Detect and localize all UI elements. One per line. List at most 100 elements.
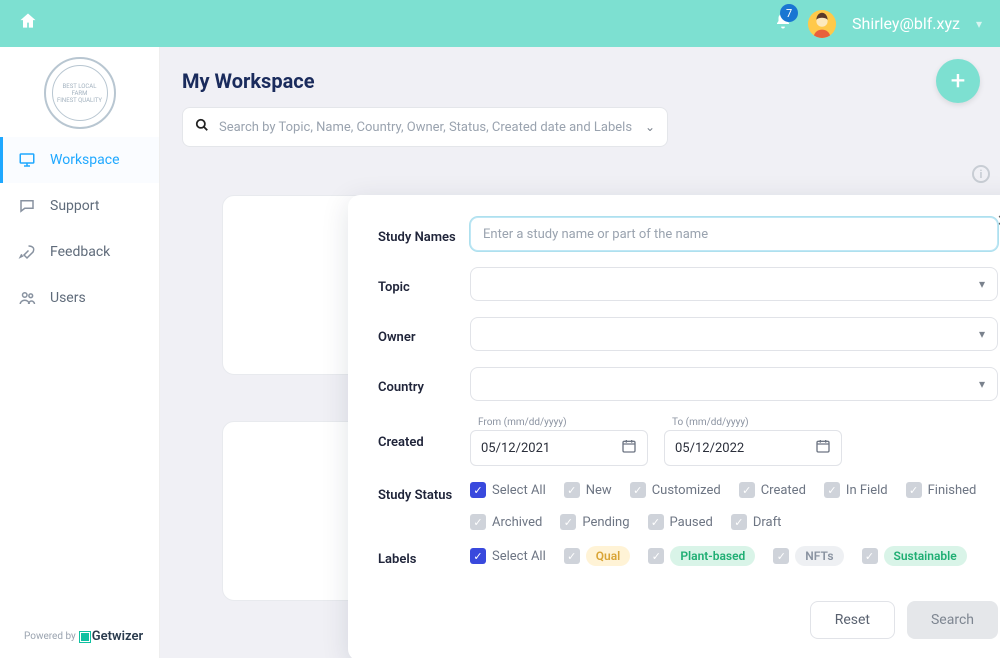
status-checkbox-finished[interactable]: ✓ Finished xyxy=(906,482,977,498)
owner-select[interactable]: ▾ xyxy=(470,317,998,351)
sidebar-item-label: Feedback xyxy=(50,244,110,260)
reset-label: Reset xyxy=(835,612,870,628)
search-icon xyxy=(195,118,209,136)
powered-by: Powered by Getwizer xyxy=(0,615,159,658)
checkbox-label: Draft xyxy=(753,515,782,530)
label-checkbox-qual[interactable]: ✓ Qual xyxy=(564,546,631,566)
notifications-bell-icon[interactable]: 7 xyxy=(774,12,792,35)
checkbox-label: New xyxy=(586,483,612,498)
topic-label: Topic xyxy=(378,274,470,295)
checkbox-icon: ✓ xyxy=(470,482,486,498)
sidebar: BEST LOCAL FARMFINEST QUALITY Workspace … xyxy=(0,47,160,658)
notification-badge: 7 xyxy=(780,4,798,22)
checkbox-icon: ✓ xyxy=(739,482,755,498)
avatar[interactable] xyxy=(808,10,836,38)
getwizer-logo: Getwizer xyxy=(80,629,143,644)
country-label: Country xyxy=(378,374,470,395)
status-checkbox-archived[interactable]: ✓ Archived xyxy=(470,514,542,530)
checkbox-icon: ✓ xyxy=(648,548,664,564)
close-icon[interactable]: ✕ xyxy=(997,211,1000,230)
checkbox-icon: ✓ xyxy=(564,548,580,564)
labels-select-all[interactable]: ✓ Select All xyxy=(470,548,546,564)
sidebar-item-label: Support xyxy=(50,198,99,214)
created-from-input[interactable]: 05/12/2021 xyxy=(470,430,648,466)
sidebar-item-users[interactable]: Users xyxy=(0,275,159,321)
checkbox-label: Archived xyxy=(492,515,542,530)
checkbox-icon: ✓ xyxy=(824,482,840,498)
label-pill: Sustainable xyxy=(884,546,967,566)
checkbox-label: In Field xyxy=(846,483,888,498)
status-checkbox-created[interactable]: ✓ Created xyxy=(739,482,806,498)
sidebar-item-label: Workspace xyxy=(50,152,120,168)
label-pill: NFTs xyxy=(795,546,843,566)
label-pill: Plant-based xyxy=(670,546,755,566)
info-icon[interactable]: i xyxy=(972,165,990,183)
status-checkbox-draft[interactable]: ✓ Draft xyxy=(731,514,782,530)
checkbox-icon: ✓ xyxy=(862,548,878,564)
checkbox-icon: ✓ xyxy=(564,482,580,498)
search-input[interactable] xyxy=(219,120,635,135)
created-to-value: 05/12/2022 xyxy=(675,441,744,456)
brand-logo: BEST LOCAL FARMFINEST QUALITY xyxy=(0,47,159,137)
created-from-hint: From (mm/dd/yyyy) xyxy=(470,417,648,428)
checkbox-icon: ✓ xyxy=(630,482,646,498)
checkbox-icon: ✓ xyxy=(773,548,789,564)
created-from-value: 05/12/2021 xyxy=(481,441,550,456)
status-checkbox-pending[interactable]: ✓ Pending xyxy=(560,514,629,530)
search-label: Search xyxy=(931,612,974,628)
powered-brand: Getwizer xyxy=(92,629,143,644)
topic-select[interactable]: ▾ xyxy=(470,267,998,301)
checkbox-icon: ✓ xyxy=(648,514,664,530)
page-title: My Workspace xyxy=(182,69,984,93)
username[interactable]: Shirley@blf.xyz xyxy=(852,14,960,33)
sidebar-item-workspace[interactable]: Workspace xyxy=(0,137,159,183)
status-checkbox-in-field[interactable]: ✓ In Field xyxy=(824,482,888,498)
checkbox-icon: ✓ xyxy=(906,482,922,498)
search-button[interactable]: Search xyxy=(907,601,998,639)
checkbox-label: Created xyxy=(761,483,806,498)
checkbox-label: Select All xyxy=(492,549,546,564)
checkbox-label: Customized xyxy=(652,483,721,498)
powered-label: Powered by xyxy=(24,631,76,642)
sidebar-item-feedback[interactable]: Feedback xyxy=(0,229,159,275)
status-label: Study Status xyxy=(378,482,470,503)
label-checkbox-plant-based[interactable]: ✓ Plant-based xyxy=(648,546,755,566)
labels-label: Labels xyxy=(378,546,470,567)
status-checkbox-customized[interactable]: ✓ Customized xyxy=(630,482,721,498)
checkbox-icon: ✓ xyxy=(470,514,486,530)
study-names-input[interactable] xyxy=(470,217,998,251)
filter-panel: ✕ Study Names Topic ▾ Owner ▾ Country ▾ … xyxy=(348,195,1000,658)
chevron-down-icon[interactable]: ⌄ xyxy=(645,120,655,134)
calendar-icon[interactable] xyxy=(621,438,637,458)
add-button[interactable]: + xyxy=(936,59,980,103)
label-pill: Qual xyxy=(586,546,631,566)
checkbox-label: Paused xyxy=(670,515,713,530)
status-checkbox-select-all[interactable]: ✓Select All xyxy=(470,482,546,498)
reset-button[interactable]: Reset xyxy=(810,601,895,639)
created-to-input[interactable]: 05/12/2022 xyxy=(664,430,842,466)
status-checkbox-paused[interactable]: ✓ Paused xyxy=(648,514,713,530)
study-names-label: Study Names xyxy=(378,224,470,245)
home-icon[interactable] xyxy=(18,11,38,36)
label-checkbox-sustainable[interactable]: ✓ Sustainable xyxy=(862,546,967,566)
created-label: Created xyxy=(378,417,470,450)
sidebar-item-support[interactable]: Support xyxy=(0,183,159,229)
users-icon xyxy=(18,289,36,307)
monitor-icon xyxy=(18,151,36,169)
chevron-down-icon[interactable]: ▾ xyxy=(976,17,982,31)
checkbox-icon: ✓ xyxy=(560,514,576,530)
checkbox-icon: ✓ xyxy=(731,514,747,530)
checkbox-icon: ✓ xyxy=(470,548,486,564)
country-select[interactable]: ▾ xyxy=(470,367,998,401)
global-search[interactable]: ⌄ xyxy=(182,107,668,147)
created-to-hint: To (mm/dd/yyyy) xyxy=(664,417,842,428)
label-checkbox-nfts[interactable]: ✓ NFTs xyxy=(773,546,843,566)
checkbox-label: Pending xyxy=(582,515,629,530)
chat-icon xyxy=(18,197,36,215)
calendar-icon[interactable] xyxy=(815,438,831,458)
owner-label: Owner xyxy=(378,324,470,345)
checkbox-label: Finished xyxy=(928,483,977,498)
status-checkbox-new[interactable]: ✓ New xyxy=(564,482,612,498)
rocket-icon xyxy=(18,243,36,261)
topbar: 7 Shirley@blf.xyz ▾ xyxy=(0,0,1000,47)
